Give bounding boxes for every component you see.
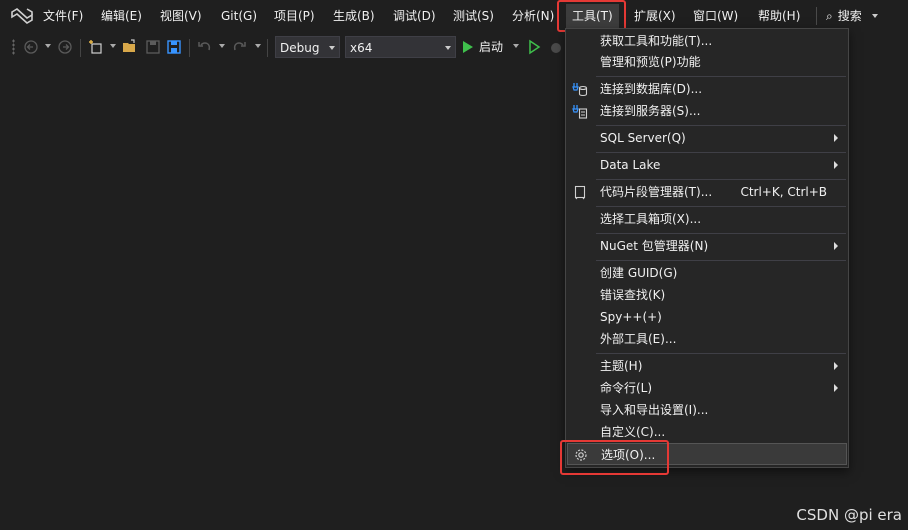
start-without-debugging-icon[interactable] — [526, 39, 542, 55]
database-connect-icon — [572, 83, 588, 97]
menu-git[interactable]: Git(G) — [215, 4, 263, 28]
menu-build[interactable]: 生成(B) — [327, 4, 381, 28]
menu-item-label: 连接到服务器(S)... — [600, 104, 701, 118]
watermark: CSDN @pi era — [796, 506, 902, 524]
menu-item-label: 管理和预览(P)功能 — [600, 55, 701, 69]
visual-studio-logo-icon — [11, 8, 33, 24]
search-button[interactable]: ⌕ 搜索 — [826, 4, 878, 28]
new-project-icon[interactable] — [88, 39, 104, 55]
menu-item-label: 获取工具和功能(T)... — [600, 34, 713, 48]
start-label: 启动 — [479, 40, 504, 54]
submenu-arrow-icon — [834, 384, 838, 392]
back-icon[interactable] — [23, 39, 39, 55]
toolbar-separator — [267, 39, 268, 57]
search-icon: ⌕ — [826, 9, 833, 23]
menu-item-label: 错误查找(K) — [600, 288, 666, 302]
menu-separator — [596, 260, 846, 261]
redo-icon[interactable] — [231, 39, 247, 55]
toolbar-grip[interactable] — [12, 39, 15, 55]
menu-project[interactable]: 项目(P) — [268, 4, 321, 28]
solution-platform-select[interactable]: x64 — [345, 36, 456, 58]
open-folder-icon[interactable] — [122, 39, 138, 55]
menu-item-code-snippets-manager[interactable]: 代码片段管理器(T)... Ctrl+K, Ctrl+B — [567, 181, 847, 203]
menu-edit[interactable]: 编辑(E) — [95, 4, 148, 28]
chevron-down-icon — [871, 14, 878, 18]
menu-item-error-lookup[interactable]: 错误查找(K) — [567, 284, 847, 306]
hot-reload-icon[interactable] — [548, 39, 564, 55]
menu-extensions[interactable]: 扩展(X) — [628, 4, 682, 28]
toolbar-separator — [80, 39, 81, 57]
menu-item-spy[interactable]: Spy++(+) — [567, 306, 847, 328]
menu-item-label: 连接到数据库(D)... — [600, 82, 703, 96]
menu-item-connect-to-server[interactable]: 连接到服务器(S)... — [567, 100, 847, 122]
menu-separator — [596, 206, 846, 207]
menu-item-label: 外部工具(E)... — [600, 332, 677, 346]
menu-item-get-tools-and-features[interactable]: 获取工具和功能(T)... — [567, 30, 847, 52]
menu-item-shortcut: Ctrl+K, Ctrl+B — [740, 185, 827, 199]
menu-item-label: Spy++(+) — [600, 310, 662, 324]
start-dropdown-icon[interactable] — [513, 44, 519, 48]
toolbar-separator — [189, 39, 190, 57]
menu-item-manage-preview-features[interactable]: 管理和预览(P)功能 — [567, 51, 847, 73]
menu-separator — [596, 179, 846, 180]
menu-item-connect-to-database[interactable]: 连接到数据库(D)... — [567, 78, 847, 100]
save-icon[interactable] — [145, 39, 161, 55]
menu-item-label: SQL Server(Q) — [600, 131, 686, 145]
submenu-arrow-icon — [834, 161, 838, 169]
menu-item-label: 主题(H) — [600, 359, 643, 373]
redo-dropdown-icon[interactable] — [255, 44, 261, 48]
menu-help[interactable]: 帮助(H) — [752, 4, 806, 28]
menu-window[interactable]: 窗口(W) — [687, 4, 744, 28]
menu-test[interactable]: 测试(S) — [447, 4, 500, 28]
menu-item-label: 选择工具箱项(X)... — [600, 212, 702, 226]
menu-item-create-guid[interactable]: 创建 GUID(G) — [567, 262, 847, 284]
code-snippet-icon — [574, 185, 586, 200]
play-icon — [463, 41, 473, 53]
server-connect-icon — [572, 105, 588, 119]
menu-separator — [596, 76, 846, 77]
solution-configuration-select[interactable]: Debug — [275, 36, 340, 58]
save-all-icon[interactable] — [166, 39, 182, 55]
undo-icon[interactable] — [197, 39, 213, 55]
platform-value: x64 — [350, 41, 373, 55]
menu-separator — [596, 125, 846, 126]
menu-separator — [596, 152, 846, 153]
menu-item-label: 代码片段管理器(T)... — [600, 185, 713, 199]
menu-view[interactable]: 视图(V) — [154, 4, 208, 28]
undo-dropdown-icon[interactable] — [219, 44, 225, 48]
forward-icon[interactable] — [57, 39, 73, 55]
menu-item-label: 创建 GUID(G) — [600, 266, 678, 280]
options-highlight — [560, 440, 669, 475]
menu-item-sql-server[interactable]: SQL Server(Q) — [567, 127, 847, 149]
configuration-value: Debug — [280, 41, 320, 55]
menubar-divider — [816, 7, 817, 25]
menu-analyze[interactable]: 分析(N) — [506, 4, 560, 28]
submenu-arrow-icon — [834, 362, 838, 370]
menu-item-nuget-package-manager[interactable]: NuGet 包管理器(N) — [567, 235, 847, 257]
submenu-arrow-icon — [834, 242, 838, 250]
new-dropdown-icon[interactable] — [110, 44, 116, 48]
menu-item-label: 导入和导出设置(I)... — [600, 403, 709, 417]
search-label: 搜索 — [837, 9, 862, 23]
back-dropdown-icon[interactable] — [45, 44, 51, 48]
start-debugging-button[interactable]: 启动 — [463, 39, 503, 55]
menu-item-import-export-settings[interactable]: 导入和导出设置(I)... — [567, 399, 847, 421]
menu-separator — [596, 353, 846, 354]
menu-debug[interactable]: 调试(D) — [387, 4, 442, 28]
menu-item-data-lake[interactable]: Data Lake — [567, 154, 847, 176]
chevron-down-icon — [445, 46, 451, 50]
menu-item-choose-toolbox-items[interactable]: 选择工具箱项(X)... — [567, 208, 847, 230]
menu-file[interactable]: 文件(F) — [37, 4, 89, 28]
menu-item-label: 命令行(L) — [600, 381, 653, 395]
chevron-down-icon — [329, 46, 335, 50]
menu-item-external-tools[interactable]: 外部工具(E)... — [567, 328, 847, 350]
tools-menu-dropdown: 获取工具和功能(T)... 管理和预览(P)功能 连接到数据库(D)... 连接… — [565, 28, 849, 468]
menu-item-label: Data Lake — [600, 158, 661, 172]
menu-item-theme[interactable]: 主题(H) — [567, 355, 847, 377]
menu-separator — [596, 233, 846, 234]
submenu-arrow-icon — [834, 134, 838, 142]
menu-item-command-line[interactable]: 命令行(L) — [567, 377, 847, 399]
menu-item-label: NuGet 包管理器(N) — [600, 239, 709, 253]
